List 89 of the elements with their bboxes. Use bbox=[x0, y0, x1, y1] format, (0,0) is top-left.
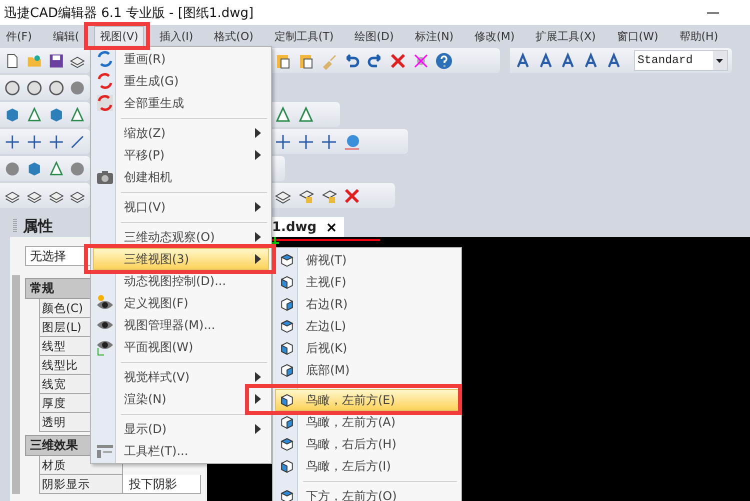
cube-view-icon bbox=[279, 274, 295, 290]
menu-item[interactable]: 右边(R) bbox=[275, 293, 459, 315]
menu-item[interactable]: 缩放(Z) bbox=[93, 122, 269, 144]
redo-icon[interactable] bbox=[366, 52, 384, 70]
cone-icon[interactable] bbox=[48, 160, 64, 178]
menu-item[interactable]: 定制工具(T) bbox=[268, 26, 340, 46]
eye-icon bbox=[96, 318, 114, 332]
menu-item[interactable]: 鸟瞰，左后方(I) bbox=[275, 455, 459, 477]
menu-item[interactable]: 左边(L) bbox=[275, 315, 459, 337]
camera-icon bbox=[96, 169, 114, 185]
property-value[interactable]: 投下阴影 bbox=[123, 475, 201, 494]
menu-item[interactable]: 底部(M) bbox=[275, 359, 459, 381]
eye-icon bbox=[96, 294, 114, 312]
sphere-icon[interactable] bbox=[69, 160, 86, 178]
delete-icon[interactable] bbox=[343, 186, 361, 204]
menu-item[interactable]: 创建相机 bbox=[93, 166, 269, 188]
cube-view-icon bbox=[279, 414, 295, 430]
menu-item[interactable]: 下方，左前方(O) bbox=[275, 485, 459, 501]
undo-icon[interactable] bbox=[343, 52, 361, 70]
close-icon[interactable] bbox=[326, 222, 336, 232]
axis-icon[interactable] bbox=[274, 132, 292, 150]
menu-item[interactable]: 鸟瞰，左前方(A) bbox=[275, 411, 459, 433]
menu-item[interactable]: 鸟瞰，右后方(H) bbox=[275, 433, 459, 455]
axis-icon[interactable] bbox=[26, 132, 42, 150]
cube-view-icon bbox=[279, 296, 295, 312]
text-style-select[interactable]: Standard bbox=[634, 50, 728, 71]
circle-icon[interactable] bbox=[4, 78, 21, 96]
grip-icon[interactable] bbox=[13, 218, 17, 234]
cube-view-icon bbox=[279, 252, 295, 268]
cube-view-icon bbox=[279, 458, 295, 474]
sphere-icon[interactable] bbox=[4, 160, 21, 178]
panel-title: 属性 bbox=[23, 216, 53, 236]
globe-icon[interactable] bbox=[343, 132, 361, 150]
menu-item[interactable]: 视口(V) bbox=[93, 196, 269, 218]
highlight-frame bbox=[84, 22, 150, 50]
cone-icon[interactable] bbox=[297, 106, 315, 124]
menu-item[interactable]: 帮助(H) bbox=[673, 26, 724, 46]
menu-item[interactable]: 平移(P) bbox=[93, 144, 269, 166]
save-icon[interactable] bbox=[48, 52, 64, 70]
delete-icon[interactable] bbox=[389, 52, 407, 70]
cube-view-icon bbox=[279, 318, 295, 334]
menu-item[interactable]: 扩展工具(X) bbox=[530, 26, 602, 46]
menu-item[interactable]: 三维动态观察(O) bbox=[93, 226, 269, 248]
menu-item[interactable]: 重画(R) bbox=[93, 48, 269, 70]
cone-icon[interactable] bbox=[274, 106, 292, 124]
menu-item[interactable]: 格式(O) bbox=[208, 26, 260, 46]
cube-view-icon bbox=[279, 392, 295, 408]
circle-icon[interactable] bbox=[26, 78, 42, 96]
menu-item[interactable]: 重生成(G) bbox=[93, 70, 269, 92]
eye-icon bbox=[96, 338, 114, 356]
cone-icon[interactable] bbox=[69, 106, 86, 124]
axis-icon[interactable] bbox=[4, 132, 21, 150]
menu-item[interactable]: 插入(I) bbox=[153, 26, 200, 46]
menu-item[interactable]: 俯视(T) bbox=[275, 249, 459, 271]
dropdown-caret-icon bbox=[716, 58, 724, 62]
menu-item[interactable]: 全部重生成 bbox=[93, 92, 269, 114]
window-title: 迅捷CAD编辑器 6.1 专业版 - [图纸1.dwg] bbox=[4, 4, 254, 22]
refresh-icon bbox=[96, 50, 114, 68]
menu-item[interactable]: 后视(K) bbox=[275, 337, 459, 359]
purge-icon[interactable] bbox=[412, 52, 430, 70]
menu-item[interactable]: 鸟瞰，左前方(E) bbox=[275, 389, 459, 411]
menu-item[interactable]: 绘图(D) bbox=[348, 26, 400, 46]
scrollbar[interactable] bbox=[12, 275, 20, 494]
regenerate-icon bbox=[96, 94, 114, 112]
axis-icon[interactable] bbox=[320, 132, 338, 150]
menu-item[interactable]: 窗口(W) bbox=[610, 26, 664, 46]
menu-item[interactable]: 修改(M) bbox=[468, 26, 521, 46]
menu-item[interactable]: 标注(N) bbox=[408, 26, 460, 46]
cube-view-icon bbox=[279, 362, 295, 378]
menu-item[interactable]: 视图(V) bbox=[94, 26, 144, 46]
cube-view-icon bbox=[279, 340, 295, 356]
toolbar-icon bbox=[96, 443, 114, 459]
cube-view-icon bbox=[279, 436, 295, 452]
cone-icon[interactable] bbox=[26, 106, 42, 124]
cube-icon[interactable] bbox=[4, 106, 21, 124]
tab-label: 1.dwg bbox=[272, 220, 317, 234]
menu-item[interactable]: 三维视图(3) bbox=[93, 248, 269, 270]
axis-icon[interactable] bbox=[297, 132, 315, 150]
axis-icon[interactable] bbox=[48, 132, 64, 150]
menu-item[interactable]: 主视(F) bbox=[275, 271, 459, 293]
menu-item[interactable]: 动态视图控制(D)... bbox=[93, 270, 269, 292]
help-icon[interactable] bbox=[435, 52, 453, 70]
document-tab[interactable]: 1.dwg bbox=[270, 217, 344, 237]
menu-item[interactable]: 件(F) bbox=[0, 26, 38, 46]
menu-item[interactable]: 编辑( bbox=[46, 26, 86, 46]
regenerate-icon bbox=[96, 72, 114, 90]
circle-icon[interactable] bbox=[48, 78, 64, 96]
sphere-icon[interactable] bbox=[69, 78, 86, 96]
property-name: 阴影显示 bbox=[39, 475, 123, 494]
